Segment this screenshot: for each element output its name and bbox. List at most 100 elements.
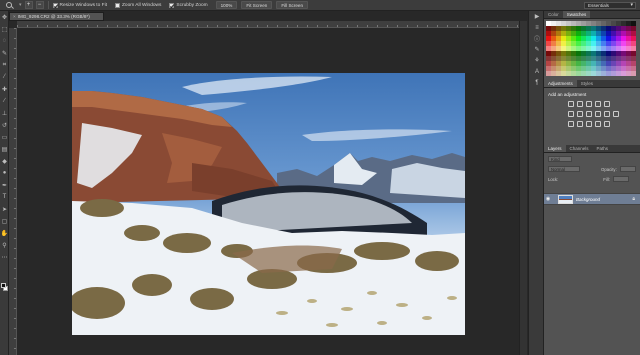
eye-icon[interactable]: ◉ [544, 196, 552, 202]
history-brush-icon[interactable]: ↺ [0, 119, 9, 131]
options-bar: ▾ + − Resize Windows to Fit Zoom All Win… [0, 0, 640, 11]
scrubby-zoom-checkbox[interactable]: Scrubby Zoom [169, 2, 208, 8]
layers-panel: Layers Channels Paths Kind Normal Opacit… [544, 145, 640, 355]
photo-filter-icon[interactable] [595, 111, 601, 117]
checkbox-label: Zoom All Windows [121, 2, 162, 8]
zoom-100-button[interactable]: 100% [215, 1, 238, 9]
invert-icon[interactable] [568, 121, 574, 127]
crop-tool-icon[interactable]: ⌗ [0, 59, 9, 71]
divider [47, 1, 49, 9]
document-title: IMG_9298.CR2 @ 33.3% (RGB/8*) [17, 14, 90, 19]
swatches-grid[interactable] [546, 21, 638, 81]
swatch-cell[interactable] [631, 71, 636, 76]
hue-saturation-icon[interactable] [568, 111, 574, 117]
color-lookup-icon[interactable] [613, 111, 619, 117]
brightness-icon[interactable] [568, 101, 574, 107]
zoom-all-windows-checkbox[interactable]: Zoom All Windows [114, 2, 162, 8]
fit-screen-button[interactable]: Fit Screen [241, 1, 273, 9]
tab-styles[interactable]: Styles [577, 80, 597, 87]
layer-row-background[interactable]: ◉ Background 🔒︎ [544, 193, 640, 205]
exposure-icon[interactable] [595, 101, 601, 107]
blend-mode-select[interactable]: Normal [548, 166, 580, 172]
blur-tool-icon[interactable]: ◆ [0, 155, 9, 167]
path-select-icon[interactable]: ➤ [0, 203, 9, 215]
posterize-icon[interactable] [577, 121, 583, 127]
healing-brush-icon[interactable]: ✚ [0, 83, 9, 95]
zoom-icon[interactable] [6, 2, 12, 8]
adjustment-row-2 [544, 109, 640, 119]
color-balance-icon[interactable] [577, 111, 583, 117]
zoom-in-icon[interactable]: + [24, 1, 33, 9]
opacity-field[interactable] [619, 166, 636, 172]
tab-channels[interactable]: Channels [566, 145, 593, 152]
info-icon[interactable]: ⓘ [529, 33, 545, 44]
layer-name: Background [576, 196, 601, 202]
curves-icon[interactable] [586, 101, 592, 107]
marquee-tool-icon[interactable]: ⬚ [0, 23, 9, 35]
character-icon[interactable]: A [529, 66, 545, 77]
checkbox-icon[interactable] [114, 2, 120, 8]
document-canvas-image[interactable] [72, 73, 465, 335]
brush-panel-icon[interactable]: ✎ [529, 44, 545, 55]
lasso-tool-icon[interactable]: ◌ [0, 35, 9, 47]
tab-swatches[interactable]: Swatches [562, 11, 591, 18]
gradient-tool-icon[interactable]: ▤ [0, 143, 9, 155]
canvas-scrollbar[interactable] [519, 21, 527, 355]
checkbox-label: Scrubby Zoom [176, 2, 208, 8]
fill-label: Fill: [603, 176, 610, 182]
clone-stamp-icon[interactable]: ⊥ [0, 107, 9, 119]
gradient-map-icon[interactable] [604, 121, 610, 127]
history-icon[interactable]: ▶ [529, 11, 545, 22]
type-tool-icon[interactable]: T [0, 191, 9, 203]
dropdown-icon[interactable]: ▾ [19, 2, 22, 8]
layer-filter-row: Kind [546, 155, 638, 163]
foreground-color-swatch[interactable] [1, 283, 6, 288]
tab-layers[interactable]: Layers [544, 145, 566, 152]
threshold-icon[interactable] [586, 121, 592, 127]
lock-row: Lock: Fill: [546, 175, 638, 183]
zoom-out-icon[interactable]: − [35, 1, 44, 9]
dodge-tool-icon[interactable]: ● [0, 167, 9, 179]
paragraph-icon[interactable]: ¶ [529, 77, 545, 88]
checkbox-icon[interactable] [52, 2, 58, 8]
horizontal-ruler [17, 21, 519, 28]
selective-color-icon[interactable] [595, 121, 601, 127]
levels-icon[interactable] [577, 101, 583, 107]
adjustments-panel: Adjustments Styles Add an adjustment [544, 80, 640, 140]
hand-tool-icon[interactable]: ✋ [0, 227, 9, 239]
collapsed-panels-strip: ▶ ≡ ⓘ ✎ ⚘ A ¶ [528, 11, 544, 355]
resize-windows-checkbox[interactable]: Resize Windows to Fit [52, 2, 107, 8]
adjustment-row-3 [544, 119, 640, 129]
close-icon[interactable]: × [13, 14, 16, 19]
tab-adjustments[interactable]: Adjustments [544, 80, 577, 87]
clone-source-icon[interactable]: ⚘ [529, 55, 545, 66]
move-tool-icon[interactable]: ✥ [0, 11, 9, 23]
fill-field[interactable] [612, 176, 629, 182]
shape-tool-icon[interactable]: ▢ [0, 215, 9, 227]
channel-mixer-icon[interactable] [604, 111, 610, 117]
brush-tool-icon[interactable]: ∕ [0, 95, 9, 107]
eyedropper-tool-icon[interactable]: ⁄ [0, 71, 9, 83]
quick-select-icon[interactable]: ✎ [0, 47, 9, 59]
pen-tool-icon[interactable]: ✒ [0, 179, 9, 191]
workspace-switcher[interactable]: Essentials [584, 2, 636, 9]
opacity-label: Opacity: [601, 166, 617, 172]
fill-screen-button[interactable]: Fill Screen [276, 1, 309, 9]
properties-icon[interactable]: ≡ [529, 22, 545, 33]
more-tools-icon[interactable]: ⋯ [0, 251, 9, 263]
vertical-ruler [9, 28, 17, 355]
eraser-tool-icon[interactable]: ▭ [0, 131, 9, 143]
checkbox-icon[interactable] [169, 2, 175, 8]
black-white-icon[interactable] [586, 111, 592, 117]
kind-filter-select[interactable]: Kind [548, 156, 572, 162]
tab-paths[interactable]: Paths [593, 145, 613, 152]
document-tab[interactable]: × IMG_9298.CR2 @ 33.3% (RGB/8*) [9, 12, 104, 21]
adjustment-row-1 [544, 99, 640, 109]
landscape-photo [72, 76, 465, 335]
tools-panel: ✥ ⬚ ◌ ✎ ⌗ ⁄ ✚ ∕ ⊥ ↺ ▭ ▤ ◆ ● ✒ T ➤ ▢ ✋ ⚲ … [0, 11, 9, 355]
vibrance-icon[interactable] [604, 101, 610, 107]
zoom-tool-icon[interactable]: ⚲ [0, 239, 9, 251]
layers-panel-tabs: Layers Channels Paths [544, 145, 640, 153]
lock-icon[interactable]: 🔒︎ [632, 196, 635, 202]
tab-color[interactable]: Color [544, 11, 563, 18]
